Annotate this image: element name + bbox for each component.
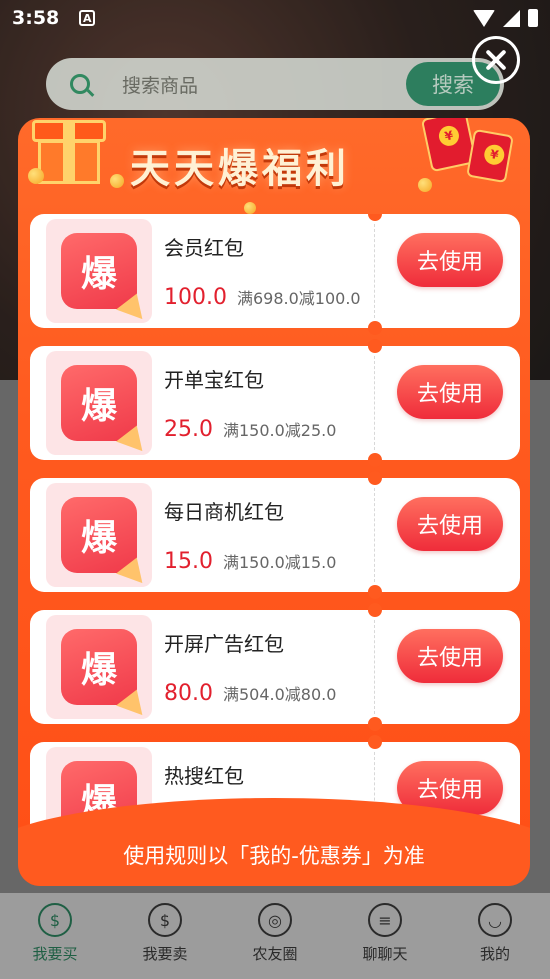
coupon-divider — [374, 356, 375, 450]
coupon-info: 开屏广告红包 80.0 满504.0减80.0 — [164, 628, 372, 706]
use-coupon-button[interactable]: 去使用 — [397, 629, 503, 683]
up-arrow-icon — [116, 288, 150, 320]
coin-icon — [28, 168, 44, 184]
signal-icon — [503, 9, 520, 27]
use-coupon-button[interactable]: 去使用 — [397, 233, 503, 287]
coupon-list[interactable]: 爆会员红包 100.0 满698.0减100.0 去使用爆开单宝红包 25.0 满150.… — [30, 214, 520, 834]
status-bar: 3:58 A — [0, 0, 550, 36]
coupon-condition: 满504.0减80.0 — [222, 685, 337, 704]
coupon-icon-char: 爆 — [80, 386, 117, 427]
coupon-name: 开单宝红包 — [164, 368, 264, 392]
sell-bag-icon: $ — [148, 903, 182, 937]
nav-item-4[interactable]: ◡ 我的 — [440, 893, 550, 979]
coupon-condition: 满150.0减25.0 — [222, 421, 337, 440]
close-button[interactable] — [472, 36, 520, 84]
nav-label: 我的 — [479, 945, 510, 963]
bottom-nav: $ 我要买 $ 我要卖 ◎ 农友圈 ≡ 聊聊天 ◡ 我的 — [0, 893, 550, 979]
battery-icon — [528, 9, 538, 27]
coin-icon — [110, 174, 124, 188]
status-time: 3:58 — [12, 7, 60, 29]
wifi-icon — [473, 9, 495, 27]
coin-icon — [244, 202, 256, 214]
coupon-name: 会员红包 — [164, 236, 244, 260]
explosion-badge-icon: 爆 — [61, 629, 150, 716]
coupon-name: 热搜红包 — [164, 764, 244, 788]
coupon-card: 爆 开屏广告红包 80.0 满504.0减80.0 去使用 — [30, 603, 520, 731]
coupon-name: 开屏广告红包 — [164, 632, 284, 656]
coupon-condition: 满150.0减15.0 — [222, 553, 337, 572]
nav-label: 聊聊天 — [362, 945, 408, 963]
use-coupon-button[interactable]: 去使用 — [397, 497, 503, 551]
coupon-icon-char: 爆 — [80, 518, 117, 559]
coupon-icon-wrap: 爆 — [46, 483, 152, 587]
coupon-icon-char: 爆 — [80, 650, 117, 691]
close-icon — [484, 48, 508, 72]
coupon-card: 爆 开单宝红包 25.0 满150.0减25.0 去使用 — [30, 339, 520, 467]
coupon-amount: 100.0 — [164, 285, 227, 310]
search-bar[interactable]: 搜索商品 搜索 — [46, 58, 504, 110]
coupon-amount: 15.0 — [164, 549, 213, 574]
popup-footer-rule: 使用规则以「我的-优惠券」为准 — [123, 844, 425, 868]
up-arrow-icon — [116, 684, 150, 716]
coupon-icon-wrap: 爆 — [46, 351, 152, 455]
chat-icon: ≡ — [368, 903, 402, 937]
coupon-card: 爆 会员红包 100.0 满698.0减100.0 去使用 — [30, 214, 520, 335]
use-coupon-button[interactable]: 去使用 — [397, 365, 503, 419]
nav-item-2[interactable]: ◎ 农友圈 — [220, 893, 330, 979]
up-arrow-icon — [116, 420, 150, 452]
welfare-popup: 天天爆福利 爆会员红包100.0满698.0减100.0去使用爆开单宝红包25.… — [18, 118, 530, 886]
explosion-badge-icon: 爆 — [61, 233, 150, 320]
coupon-divider — [374, 620, 375, 714]
search-input[interactable]: 搜索商品 — [122, 71, 198, 98]
coupon-icon-wrap: 爆 — [46, 219, 152, 323]
explosion-badge-icon: 爆 — [61, 365, 150, 452]
nav-item-0[interactable]: $ 我要买 — [0, 893, 110, 979]
coupon-card: 爆 每日商机红包 15.0 满150.0减15.0 去使用 — [30, 471, 520, 599]
coupon-name: 每日商机红包 — [164, 500, 284, 524]
nav-label: 农友圈 — [252, 945, 298, 963]
coupon-amount: 25.0 — [164, 417, 213, 442]
coupon-info: 每日商机红包 15.0 满150.0减15.0 — [164, 496, 372, 574]
coupon-amount: 80.0 — [164, 681, 213, 706]
nav-item-3[interactable]: ≡ 聊聊天 — [330, 893, 440, 979]
person-icon: ◡ — [478, 903, 512, 937]
coupon-icon-wrap: 爆 — [46, 615, 152, 719]
money-bag-icon: $ — [38, 903, 72, 937]
coupon-condition: 满698.0减100.0 — [236, 289, 361, 308]
aperture-icon: ◎ — [258, 903, 292, 937]
coupon-divider — [374, 488, 375, 582]
nav-item-1[interactable]: $ 我要卖 — [110, 893, 220, 979]
coupon-icon-char: 爆 — [80, 254, 117, 295]
popup-header: 天天爆福利 — [18, 118, 530, 214]
search-icon — [70, 74, 90, 94]
up-arrow-icon — [116, 552, 150, 584]
red-envelope-icon — [466, 128, 514, 184]
notification-icon: A — [79, 10, 96, 26]
coupon-info: 会员红包 100.0 满698.0减100.0 — [164, 232, 372, 310]
coupon-info: 开单宝红包 25.0 满150.0减25.0 — [164, 364, 372, 442]
popup-title: 天天爆福利 — [130, 146, 350, 192]
nav-label: 我要卖 — [142, 945, 188, 963]
nav-label: 我要买 — [32, 945, 78, 963]
coin-icon — [418, 178, 432, 192]
coupon-divider — [374, 224, 375, 318]
explosion-badge-icon: 爆 — [61, 497, 150, 584]
